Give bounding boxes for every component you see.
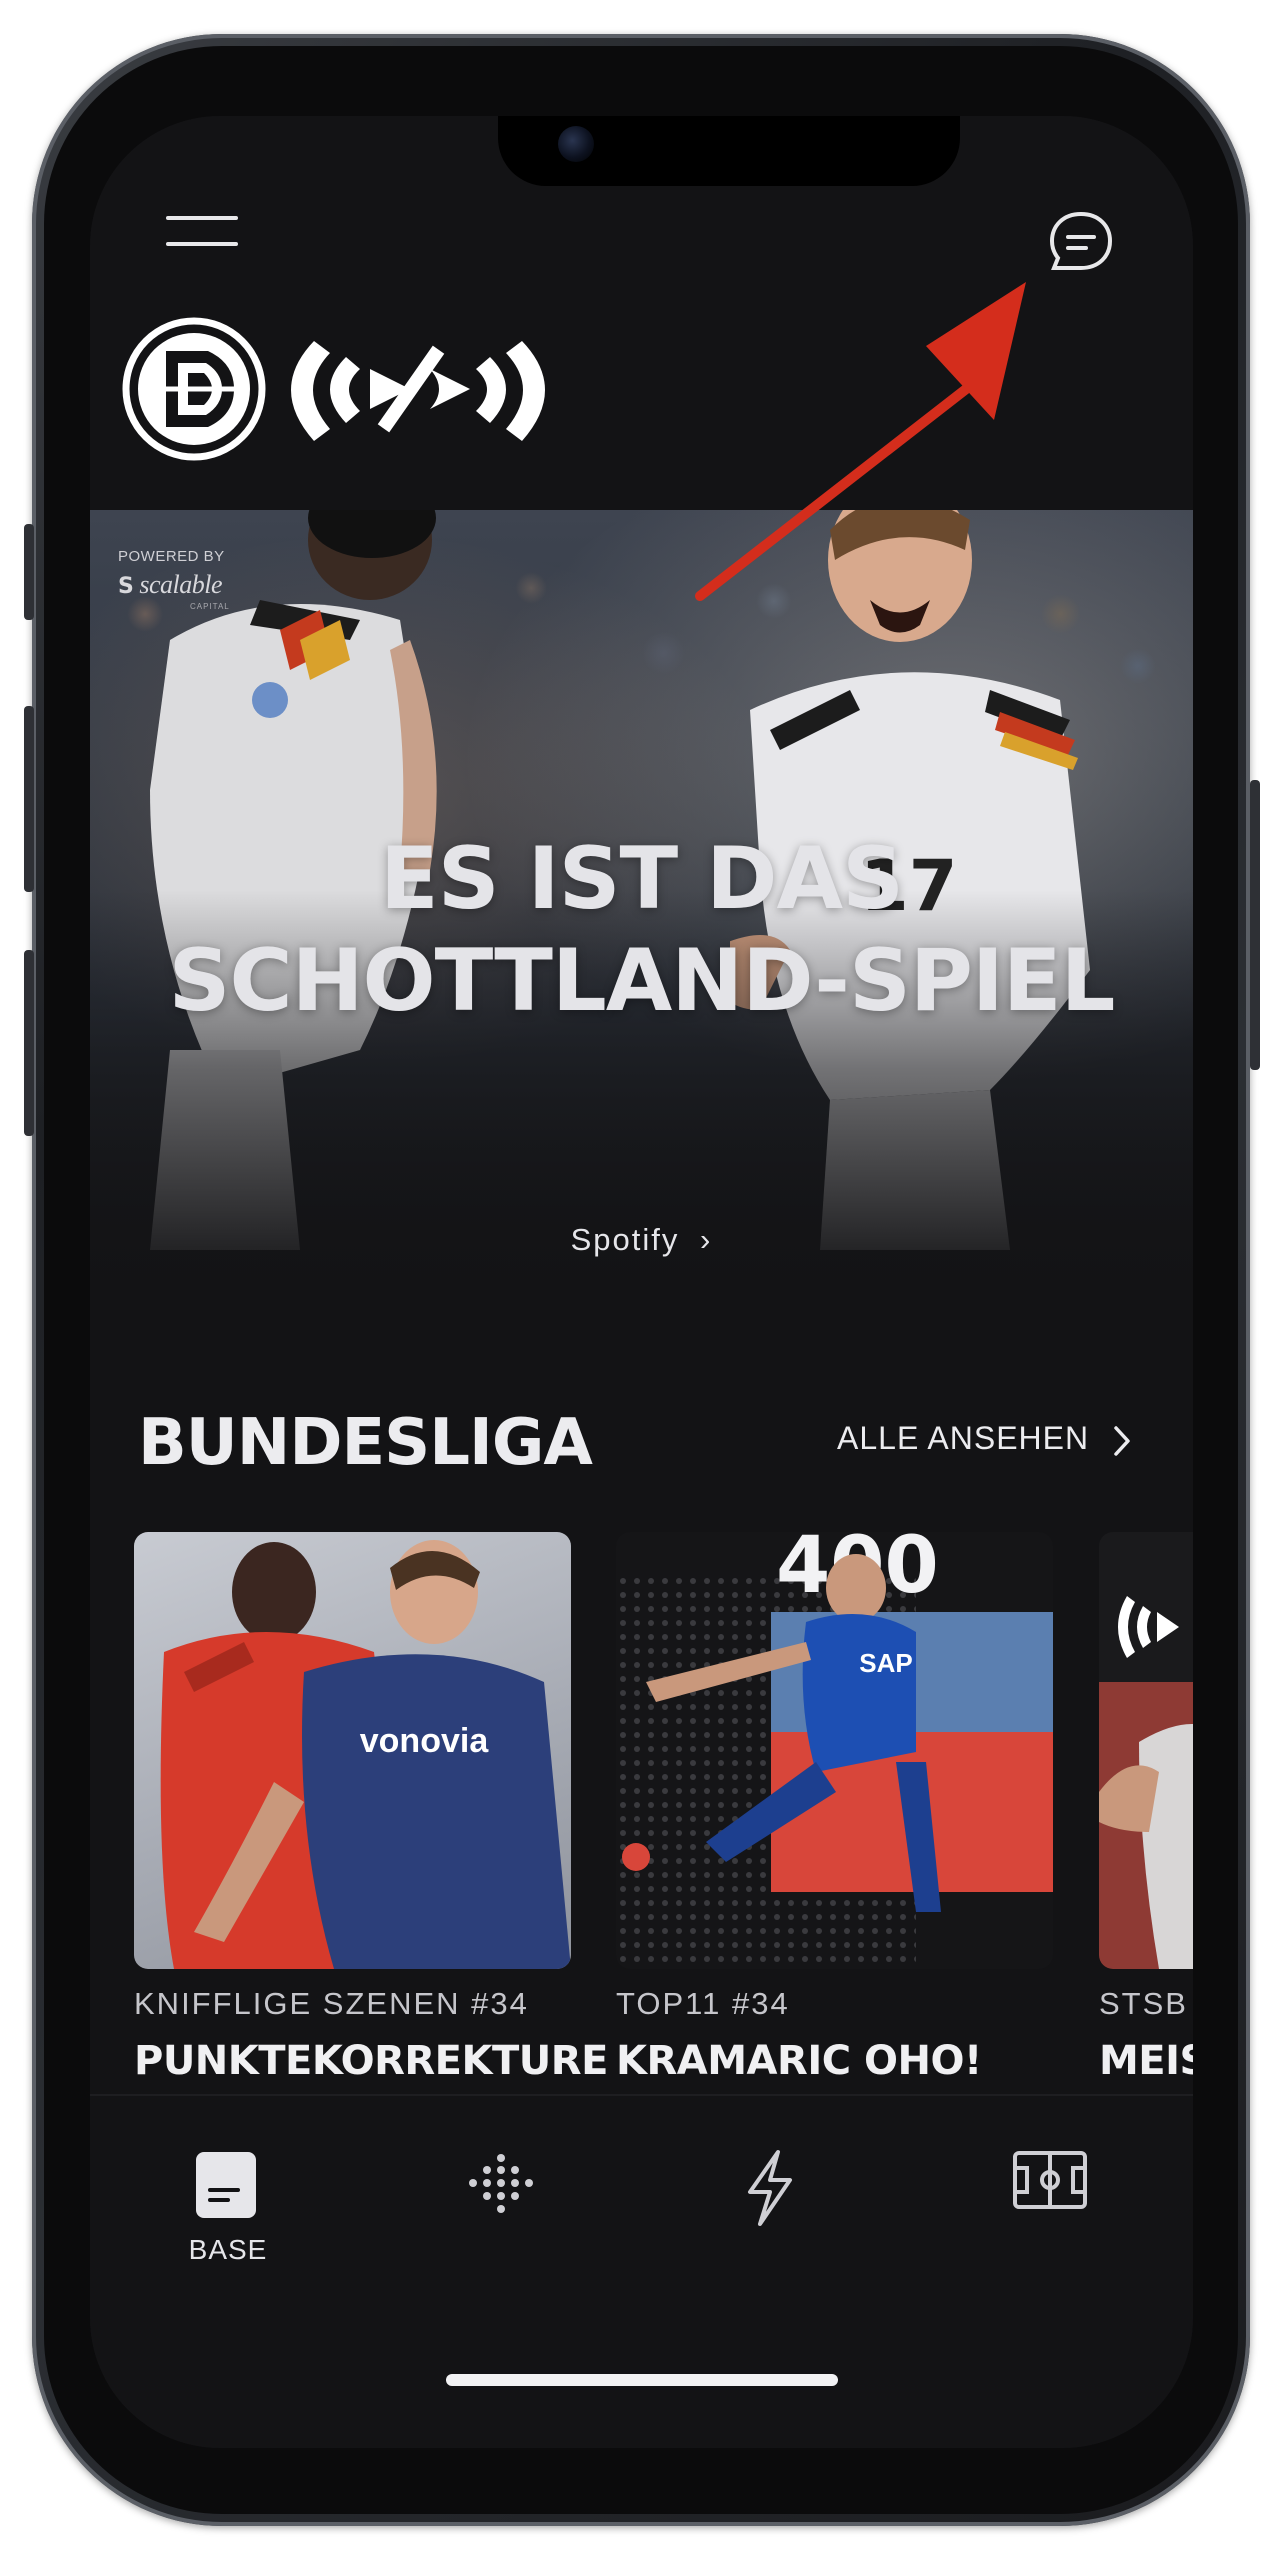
hero-banner[interactable]: 17 POWERED BY S scalable CAPITAL ES IST … — [90, 510, 1193, 1336]
card-3-meta: STSB — [1099, 1986, 1188, 2021]
lightning-icon — [748, 2150, 792, 2226]
card-2-title: KRAMARIC OHO! — [616, 2038, 982, 2084]
chevron-right-icon: › — [700, 1222, 713, 1257]
card-2-meta: TOP11 #34 — [616, 1986, 790, 2021]
tab-base[interactable]: BASE — [138, 2096, 318, 2296]
device-notch — [498, 116, 960, 186]
pitch-icon — [1013, 2151, 1087, 2209]
tab-dot-grid[interactable] — [410, 2096, 590, 2296]
hamburger-line — [166, 242, 238, 246]
hero-title-line2: SCHOTTLAND-SPIEL — [168, 931, 1116, 1031]
sponsor-logo: S scalable — [118, 570, 223, 599]
card-1-sponsor: vonovia — [360, 1722, 490, 1760]
sponsor-sub: CAPITAL — [190, 602, 230, 611]
bottom-tab-bar: BASE — [90, 2094, 1193, 2448]
side-button-volume-up — [24, 706, 34, 892]
side-button-volume-down — [24, 950, 34, 1136]
side-button-power — [1250, 780, 1260, 1070]
tab-matches[interactable] — [956, 2096, 1136, 2296]
section-title: BUNDESLIGA — [138, 1406, 593, 1480]
video-card-3[interactable] — [1099, 1532, 1193, 1969]
dfb-logo — [122, 317, 545, 461]
powered-by-label: POWERED BY — [118, 548, 225, 565]
card-1-meta: KNIFFLIGE SZENEN #34 — [134, 1986, 529, 2021]
chat-bubble-icon[interactable] — [1046, 208, 1116, 278]
sponsor-name: scalable — [139, 570, 223, 599]
see-all-link[interactable]: ALLE ANSEHEN — [837, 1420, 1089, 1457]
card-1-title: PUNKTEKORREKTURE — [134, 2038, 608, 2084]
hero-spotify-link[interactable]: Spotify › — [90, 1222, 1193, 1258]
card-1-thumbnail: vonovia — [160, 1540, 571, 1969]
tab-highlights[interactable] — [682, 2096, 862, 2296]
hero-title-line1: ES IST DAS — [379, 829, 904, 929]
base-card-icon — [196, 2152, 256, 2218]
menu-button[interactable] — [166, 216, 238, 256]
card-3-title: MEIS — [1099, 2038, 1193, 2084]
chevron-right-icon[interactable] — [1112, 1424, 1132, 1458]
front-camera — [558, 126, 594, 162]
hero-title: ES IST DAS SCHOTTLAND-SPIEL — [90, 828, 1193, 1032]
tab-base-label: BASE — [188, 2234, 268, 2265]
dot-grid-icon — [469, 2154, 533, 2213]
side-button-mute — [24, 524, 34, 620]
video-card-2[interactable]: 400 SAP — [616, 1532, 1053, 1969]
card-3-thumbnail — [1099, 1596, 1193, 1969]
dfb-tv-logo — [291, 341, 545, 441]
app-screen: 17 POWERED BY S scalable CAPITAL ES IST … — [90, 116, 1193, 2448]
card-2-thumbnail: 400 SAP — [616, 1532, 1053, 1969]
hamburger-menu-icon — [166, 216, 238, 220]
card-2-sponsor: SAP — [859, 1648, 912, 1678]
home-indicator[interactable] — [446, 2374, 838, 2386]
hero-link-label: Spotify — [570, 1222, 680, 1257]
video-card-1[interactable]: vonovia — [134, 1532, 571, 1969]
